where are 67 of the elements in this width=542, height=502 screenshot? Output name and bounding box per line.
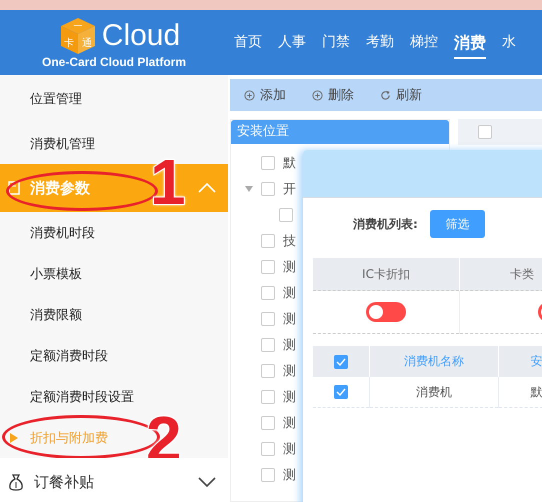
tree-node-label[interactable]: 测 — [283, 414, 296, 432]
filter-label: 消费机列表: — [353, 216, 418, 232]
checkbox[interactable] — [261, 312, 275, 326]
column-header: 卡类 — [460, 258, 542, 290]
group-label: 消费参数 — [30, 178, 90, 198]
checkbox[interactable] — [261, 364, 275, 378]
tree-node-label[interactable]: 开 — [283, 180, 296, 198]
column-header: IC卡折扣 — [313, 258, 460, 290]
checkbox[interactable] — [279, 208, 293, 222]
checkbox[interactable] — [261, 338, 275, 352]
toolbar-button[interactable]: 刷新 — [380, 86, 422, 104]
table-cell: 消费机 — [370, 377, 498, 408]
tree-node-label[interactable]: 测 — [283, 388, 296, 406]
nav-tab[interactable]: 考勤 — [366, 26, 394, 58]
sidebar-item[interactable]: 消费机时段 — [0, 212, 228, 253]
checkbox[interactable] — [261, 156, 275, 170]
nav-tab[interactable]: 首页 — [234, 26, 262, 58]
triangle-icon — [10, 432, 18, 442]
checkbox[interactable] — [261, 390, 275, 404]
chevron-up-icon — [198, 183, 216, 193]
column-header: 安 — [498, 346, 542, 377]
toolbar-button[interactable]: 添加 — [244, 86, 286, 104]
column-header: 消费机名称 — [370, 346, 498, 377]
logo-text: Cloud — [102, 19, 180, 53]
group-label: 订餐补贴 — [34, 472, 94, 492]
panel-title: 安装位置 — [231, 120, 449, 144]
nav-tab[interactable]: 梯控 — [410, 26, 438, 58]
sidebar-item[interactable]: 定额消费时段 — [0, 335, 228, 376]
tree-node-label[interactable]: 技 — [283, 232, 296, 250]
nav-tab[interactable]: 门禁 — [322, 26, 350, 58]
checkbox[interactable] — [261, 182, 275, 196]
tree-node-label[interactable]: 测 — [283, 336, 296, 354]
checkbox[interactable] — [261, 442, 275, 456]
checkbox[interactable] — [261, 416, 275, 430]
checkbox[interactable] — [334, 385, 348, 399]
table-cell: 默 — [498, 377, 542, 408]
sidebar-group[interactable]: 订餐补贴 — [0, 458, 228, 502]
tree-node-label[interactable]: 测 — [283, 362, 296, 380]
checkbox[interactable] — [478, 125, 492, 139]
checkbox[interactable] — [261, 260, 275, 274]
money-bag-icon — [8, 473, 24, 491]
tagline: One-Card Cloud Platform — [42, 55, 186, 69]
nav-tab[interactable]: 人事 — [278, 26, 306, 58]
document-icon — [8, 181, 20, 195]
checkbox[interactable] — [261, 286, 275, 300]
tree-node-label[interactable]: 测 — [283, 466, 296, 484]
tree-node-label[interactable]: 测 — [283, 310, 296, 328]
caret-icon — [245, 186, 253, 192]
checkbox[interactable] — [261, 234, 275, 248]
plus-circle-icon — [312, 90, 323, 100]
refresh-icon — [380, 90, 391, 100]
plus-circle-icon — [244, 90, 255, 100]
checkbox[interactable] — [261, 468, 275, 482]
tree-node-label[interactable]: 测 — [283, 284, 296, 302]
sidebar-item[interactable]: 位置管理 — [0, 75, 228, 123]
nav-tab[interactable]: 消费 — [454, 26, 486, 58]
sidebar-item[interactable]: 消费限额 — [0, 294, 228, 335]
tree-node-label[interactable]: 测 — [283, 258, 296, 276]
nav-tab[interactable]: 水 — [502, 26, 516, 58]
toolbar-button[interactable]: 删除 — [312, 86, 354, 104]
toggle-switch[interactable] — [366, 302, 406, 322]
checkbox[interactable] — [334, 354, 348, 368]
sidebar-item[interactable]: 小票模板 — [0, 253, 228, 294]
tree-node-label[interactable]: 测 — [283, 440, 296, 458]
tree-node-label[interactable]: 默 — [283, 154, 296, 172]
sidebar-item[interactable]: 定额消费时段设置 — [0, 376, 228, 417]
chevron-down-icon — [198, 477, 216, 487]
